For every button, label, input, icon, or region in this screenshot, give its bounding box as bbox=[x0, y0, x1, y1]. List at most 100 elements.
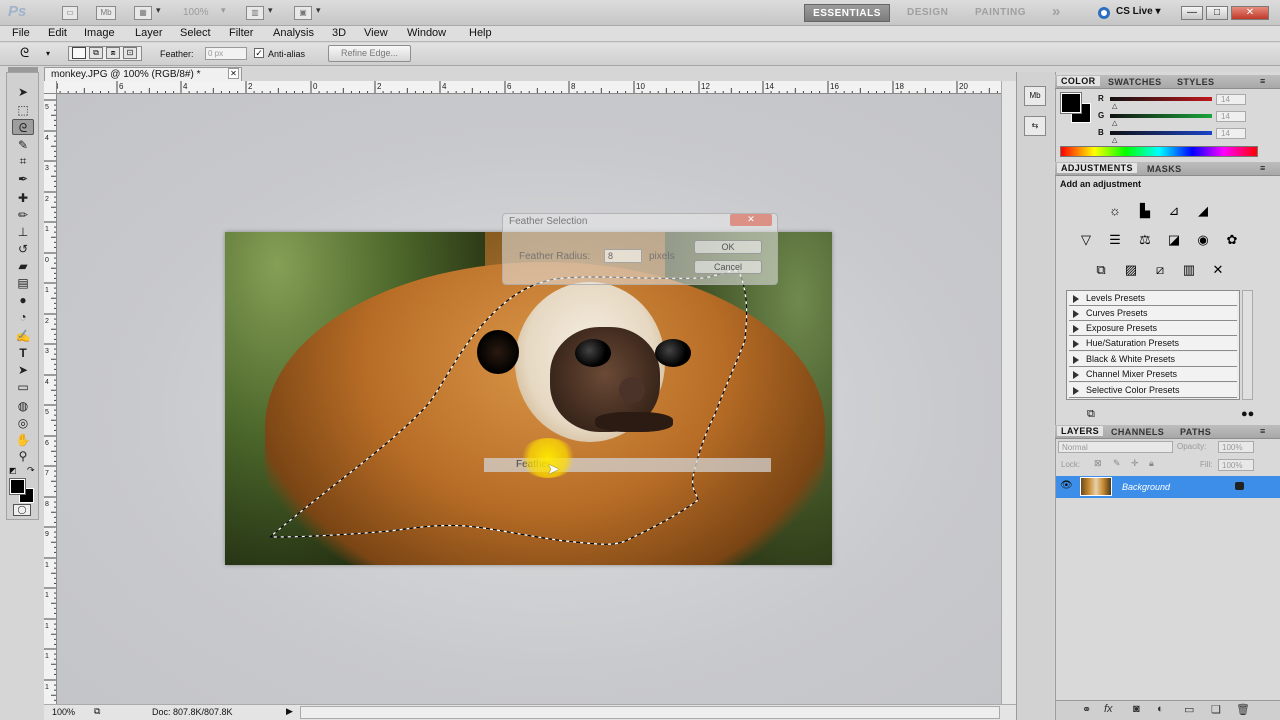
menu-edit[interactable]: Edit bbox=[48, 27, 67, 39]
presets-scrollbar[interactable] bbox=[1242, 290, 1253, 400]
photo-filter-icon[interactable]: ◉ bbox=[1192, 231, 1214, 249]
chevron-down-icon[interactable]: ▾ bbox=[316, 5, 321, 16]
tab-swatches[interactable]: SWATCHES bbox=[1108, 77, 1162, 87]
chevron-down-icon[interactable]: ▾ bbox=[46, 49, 50, 58]
chevron-down-icon[interactable]: ▾ bbox=[156, 5, 161, 16]
panel-menu-icon[interactable]: ≡ bbox=[1260, 426, 1265, 436]
chevron-down-icon[interactable]: ▾ bbox=[221, 5, 226, 16]
lock-all-icon[interactable]: 🔒︎ bbox=[1149, 458, 1154, 469]
panel-menu-icon[interactable]: ≡ bbox=[1260, 76, 1265, 86]
link-layers-icon[interactable]: ⚭ bbox=[1082, 703, 1091, 716]
workspace-essentials-button[interactable]: ESSENTIALS bbox=[804, 4, 890, 22]
tools-panel-grip[interactable] bbox=[8, 67, 38, 72]
quick-mask-icon[interactable]: ◯ bbox=[13, 504, 31, 516]
clone-stamp-tool-icon[interactable]: ⊥ bbox=[12, 224, 34, 240]
restore-button[interactable]: □ bbox=[1206, 6, 1228, 20]
posterize-icon[interactable]: ▨ bbox=[1120, 261, 1142, 279]
color-balance-icon[interactable]: ⚖ bbox=[1134, 231, 1156, 249]
selective-color-icon[interactable]: ✕ bbox=[1207, 261, 1229, 279]
bridge-icon[interactable]: ▭ bbox=[62, 6, 78, 20]
green-value-input[interactable]: 14 bbox=[1216, 111, 1246, 122]
menu-view[interactable]: View bbox=[364, 27, 388, 39]
feather-input[interactable]: 0 px bbox=[205, 47, 247, 60]
default-colors-icon[interactable]: ◩ bbox=[9, 466, 17, 475]
workspace-design-button[interactable]: DESIGN bbox=[907, 7, 948, 18]
tab-paths[interactable]: PATHS bbox=[1180, 427, 1211, 437]
new-group-icon[interactable]: ▭ bbox=[1184, 703, 1194, 716]
minimize-button[interactable]: — bbox=[1181, 6, 1203, 20]
list-item-black-white-presets[interactable]: Black & White Presets bbox=[1069, 352, 1237, 367]
chevron-down-icon[interactable]: ▾ bbox=[268, 5, 273, 16]
clip-to-layer-icon[interactable]: ●● bbox=[1241, 408, 1254, 420]
red-slider[interactable] bbox=[1110, 97, 1212, 101]
history-panel-icon[interactable]: ⇆ bbox=[1024, 116, 1046, 136]
brightness-contrast-icon[interactable]: ☼ bbox=[1104, 202, 1126, 220]
foreground-color-swatch[interactable] bbox=[9, 478, 26, 495]
list-item-levels-presets[interactable]: Levels Presets bbox=[1069, 291, 1237, 306]
screen-mode-icon[interactable]: ▣ bbox=[294, 6, 312, 20]
close-window-button[interactable]: ✕ bbox=[1231, 6, 1269, 20]
tab-masks[interactable]: MASKS bbox=[1147, 164, 1182, 174]
color-spectrum-bar[interactable] bbox=[1060, 146, 1258, 157]
list-item-curves-presets[interactable]: Curves Presets bbox=[1069, 306, 1237, 321]
zoom-level-dropdown[interactable]: 100% bbox=[183, 7, 209, 18]
tab-layers[interactable]: LAYERS bbox=[1057, 426, 1104, 436]
mini-bridge-icon[interactable]: Mb bbox=[96, 6, 116, 20]
hue-saturation-icon[interactable]: ☰ bbox=[1104, 231, 1126, 249]
menu-image[interactable]: Image bbox=[84, 27, 115, 39]
eyedropper-tool-icon[interactable]: ✒ bbox=[12, 171, 34, 187]
status-zoom[interactable]: 100% bbox=[52, 707, 75, 717]
type-tool-icon[interactable]: T bbox=[12, 345, 34, 361]
new-adjustment-layer-icon[interactable]: ◐ bbox=[1157, 703, 1164, 715]
more-workspaces-icon[interactable]: » bbox=[1052, 3, 1061, 20]
layer-style-icon[interactable]: fx bbox=[1104, 703, 1113, 715]
layer-mask-icon[interactable]: ◙ bbox=[1133, 703, 1140, 715]
hand-tool-icon[interactable]: ✋ bbox=[12, 432, 34, 448]
tab-adjustments[interactable]: ADJUSTMENTS bbox=[1057, 163, 1137, 173]
subtract-from-selection-icon[interactable]: ⧈ bbox=[106, 47, 120, 59]
adjustment-layer-icon[interactable]: ⧉ bbox=[1087, 408, 1095, 421]
view-extras-icon[interactable]: ▦ bbox=[134, 6, 152, 20]
tab-styles[interactable]: STYLES bbox=[1177, 77, 1214, 87]
anti-alias-checkbox[interactable]: ✓ bbox=[254, 48, 264, 58]
gradient-map-icon[interactable]: ▥ bbox=[1178, 261, 1200, 279]
blend-mode-select[interactable]: Normal bbox=[1058, 441, 1173, 453]
lasso-tool-preset-icon[interactable]: ᘓ bbox=[20, 45, 29, 61]
panel-menu-icon[interactable]: ≡ bbox=[1260, 163, 1265, 173]
slider-thumb-icon[interactable]: △ bbox=[1112, 119, 1117, 127]
path-selection-tool-icon[interactable]: ➤ bbox=[12, 362, 34, 378]
list-item-channel-mixer-presets[interactable]: Channel Mixer Presets bbox=[1069, 367, 1237, 382]
tab-channels[interactable]: CHANNELS bbox=[1111, 427, 1164, 437]
crop-tool-icon[interactable]: ⌗ bbox=[12, 153, 34, 169]
opacity-input[interactable]: 100% bbox=[1218, 441, 1254, 453]
menu-layer[interactable]: Layer bbox=[135, 27, 163, 39]
dodge-tool-icon[interactable]: ◔ bbox=[12, 309, 34, 325]
vertical-scrollbar[interactable] bbox=[1001, 81, 1016, 704]
fill-input[interactable]: 100% bbox=[1218, 459, 1254, 471]
refine-edge-button[interactable]: Refine Edge... bbox=[328, 45, 411, 62]
menu-window[interactable]: Window bbox=[407, 27, 446, 39]
list-item-selective-color-presets[interactable]: Selective Color Presets bbox=[1069, 383, 1237, 398]
brush-tool-icon[interactable]: ✏ bbox=[12, 207, 34, 223]
vibrance-icon[interactable]: ▽ bbox=[1075, 231, 1097, 249]
eraser-tool-icon[interactable]: ▰ bbox=[12, 258, 34, 274]
threshold-icon[interactable]: ⧄ bbox=[1149, 261, 1171, 279]
workspace-painting-button[interactable]: PAINTING bbox=[975, 7, 1026, 18]
levels-icon[interactable]: ▙ bbox=[1134, 202, 1156, 220]
color-foreground-chip[interactable] bbox=[1060, 92, 1082, 114]
menu-3d[interactable]: 3D bbox=[332, 27, 346, 39]
shape-tool-icon[interactable]: ▭ bbox=[12, 379, 34, 395]
black-white-icon[interactable]: ◪ bbox=[1163, 231, 1185, 249]
arrange-documents-icon[interactable]: ▥ bbox=[246, 6, 264, 20]
status-menu-arrow-icon[interactable]: ▶ bbox=[286, 706, 293, 717]
invert-icon[interactable]: ⧉ bbox=[1090, 261, 1112, 279]
feather-radius-input[interactable]: 8 bbox=[604, 249, 642, 263]
intersect-selection-icon[interactable]: ⊡ bbox=[123, 47, 137, 59]
blue-slider[interactable] bbox=[1110, 131, 1212, 135]
quick-selection-tool-icon[interactable]: ✎ bbox=[12, 137, 34, 153]
close-document-icon[interactable]: ✕ bbox=[228, 68, 239, 79]
swap-colors-icon[interactable]: ↷ bbox=[27, 465, 35, 476]
add-to-selection-icon[interactable]: ⧉ bbox=[89, 47, 103, 59]
blue-value-input[interactable]: 14 bbox=[1216, 128, 1246, 139]
curves-icon[interactable]: ⊿ bbox=[1163, 202, 1185, 220]
